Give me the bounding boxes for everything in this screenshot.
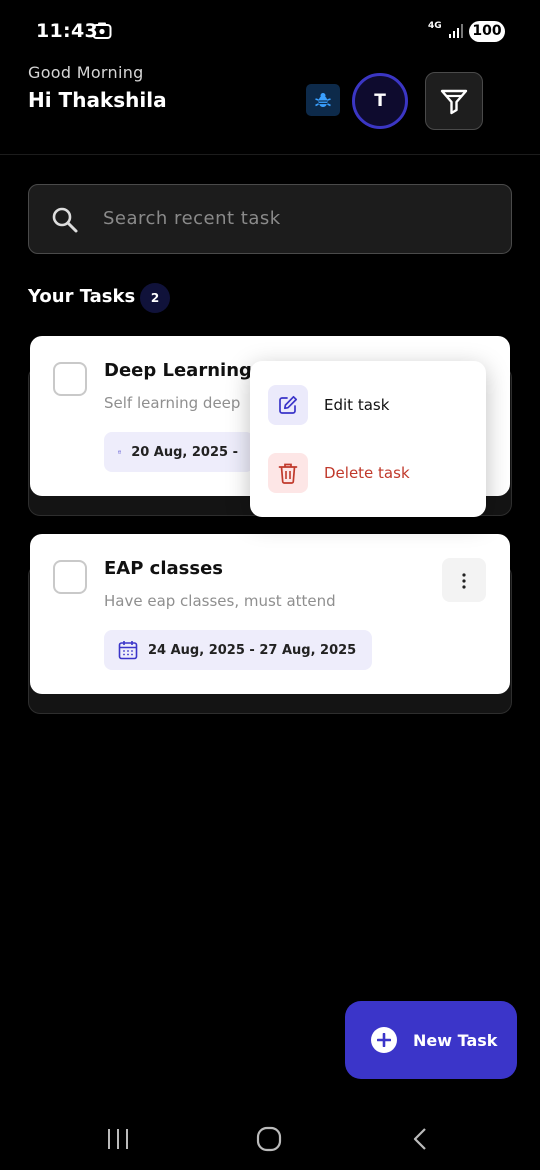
filter-icon <box>440 89 468 115</box>
task-checkbox[interactable] <box>53 560 87 594</box>
task-title: EAP classes <box>104 558 224 579</box>
edit-icon-box <box>268 385 308 425</box>
search-icon <box>52 207 78 233</box>
edit-task-label: Edit task <box>324 396 390 414</box>
new-task-button[interactable]: New Task <box>345 1001 517 1079</box>
recent-apps-button[interactable] <box>98 1124 138 1154</box>
new-task-label: New Task <box>413 1030 498 1050</box>
network-type: 4G <box>428 21 442 31</box>
user-greeting: Hi Thakshila <box>28 88 167 112</box>
task-checkbox[interactable] <box>53 362 87 396</box>
debug-button[interactable] <box>306 84 340 116</box>
task-description: Self learning deep <box>104 394 241 412</box>
screen-record-icon <box>92 22 112 39</box>
battery-indicator: 100 <box>469 21 505 42</box>
recent-apps-icon <box>108 1129 128 1149</box>
back-icon <box>413 1128 426 1150</box>
task-date-range: 20 Aug, 2025 - <box>131 444 238 460</box>
greeting-text: Good Morning <box>28 63 144 82</box>
calendar-icon <box>118 450 122 454</box>
task-description: Have eap classes, must attend <box>104 592 336 610</box>
system-navigation-bar <box>0 1108 540 1170</box>
status-bar: 11:43 4G 100 <box>0 0 540 62</box>
plus-icon <box>371 1027 397 1053</box>
task-date-range: 24 Aug, 2025 - 27 Aug, 2025 <box>148 642 357 658</box>
delete-icon-box <box>268 453 308 493</box>
back-button[interactable] <box>400 1124 440 1154</box>
task-title: Deep Learning <box>104 360 252 381</box>
status-time: 11:43 <box>36 20 98 42</box>
home-icon <box>256 1126 282 1152</box>
home-button[interactable] <box>249 1124 289 1154</box>
signal-icon <box>449 24 463 38</box>
calendar-icon <box>118 641 138 660</box>
task-context-menu: Edit task Delete task <box>250 361 486 517</box>
edit-icon <box>279 395 298 414</box>
more-vertical-icon <box>462 572 466 589</box>
task-card-body[interactable]: EAP classes Have eap classes, must atten… <box>30 534 510 694</box>
edit-task-menu-item[interactable]: Edit task <box>268 385 389 425</box>
task-date-chip: 20 Aug, 2025 - <box>104 432 254 472</box>
your-tasks-heading: Your Tasks <box>28 286 136 307</box>
search-input[interactable] <box>103 185 493 252</box>
search-bar[interactable] <box>28 184 512 254</box>
bug-icon <box>315 93 331 107</box>
task-card: EAP classes Have eap classes, must atten… <box>28 534 512 714</box>
avatar[interactable]: T <box>352 73 408 129</box>
delete-task-label: Delete task <box>324 464 410 482</box>
header-divider <box>0 154 540 155</box>
avatar-initial: T <box>374 91 386 111</box>
delete-task-menu-item[interactable]: Delete task <box>268 453 410 493</box>
task-count-badge: 2 <box>140 283 170 313</box>
trash-icon <box>278 463 298 484</box>
filter-button[interactable] <box>425 72 483 130</box>
more-options-button[interactable] <box>442 558 486 602</box>
task-date-chip: 24 Aug, 2025 - 27 Aug, 2025 <box>104 630 373 670</box>
